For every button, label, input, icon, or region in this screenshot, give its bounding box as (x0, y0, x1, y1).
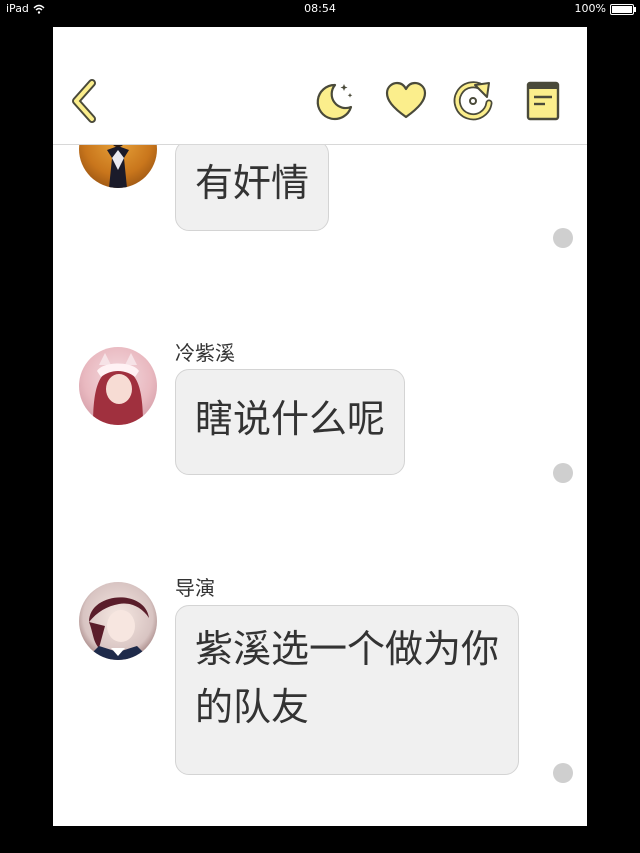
battery-icon (610, 3, 636, 15)
status-dot (553, 763, 573, 783)
refresh-button[interactable] (451, 79, 495, 123)
status-time: 08:54 (304, 2, 336, 15)
back-button[interactable] (63, 79, 107, 123)
battery-percent: 100% (574, 2, 606, 15)
status-right: 100% (574, 0, 636, 18)
message-text: 有奸情 (195, 161, 310, 205)
status-bar: iPad 08:54 100% (0, 0, 640, 18)
toolbar (53, 27, 587, 145)
chat-screen: 有奸情 冷紫溪 瞎说什么呢 导演 紫溪选一个做为你 的队友 (53, 27, 587, 826)
favorite-button[interactable] (384, 79, 428, 123)
message-text: 瞎说什么呢 (195, 397, 386, 441)
status-dot (553, 228, 573, 248)
message-text-line: 紫溪选一个做为你 (195, 627, 500, 671)
message-bubble: 紫溪选一个做为你 的队友 (175, 605, 520, 775)
message-bubble: 有奸情 (175, 140, 330, 231)
moon-icon (316, 83, 353, 121)
message-bubble: 瞎说什么呢 (175, 369, 406, 475)
status-dot (553, 463, 573, 483)
contents-button[interactable] (521, 79, 565, 123)
heart-icon (385, 81, 427, 119)
avatar[interactable] (79, 347, 157, 425)
sender-name: 冷紫溪 (175, 341, 235, 365)
sender-name: 导演 (175, 576, 215, 600)
refresh-icon (453, 81, 493, 121)
back-icon (72, 79, 96, 123)
book-icon (526, 81, 560, 121)
message-text-line: 的队友 (195, 685, 310, 729)
avatar[interactable] (79, 582, 157, 660)
night-mode-button[interactable] (311, 79, 355, 123)
